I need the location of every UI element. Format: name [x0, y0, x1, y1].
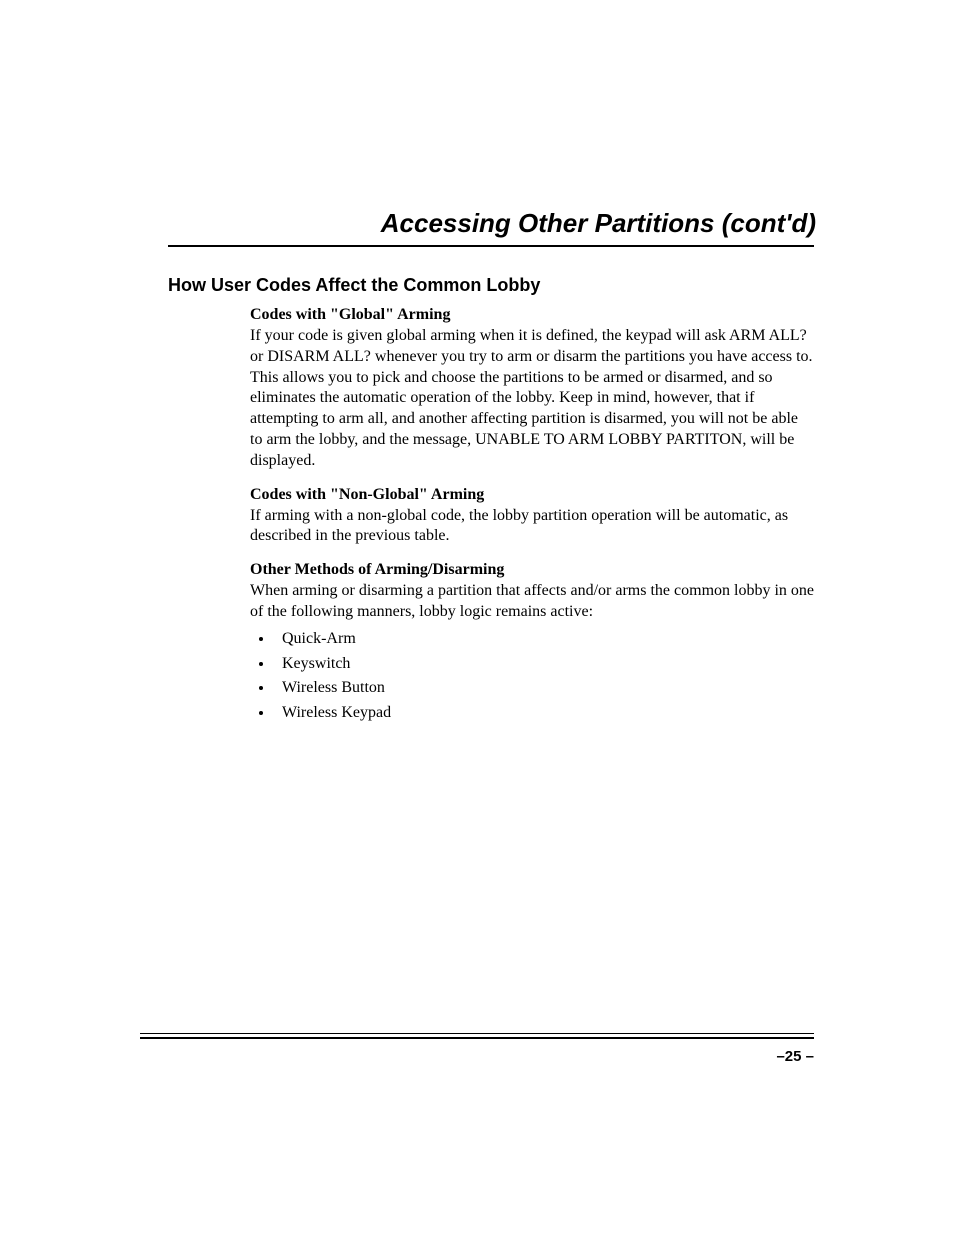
methods-list: Quick-Arm Keyswitch Wireless Button Wire… [250, 627, 814, 726]
para-nonglobal-arming: If arming with a non-global code, the lo… [250, 506, 814, 548]
section-heading: How User Codes Affect the Common Lobby [168, 275, 814, 296]
list-item: Keyswitch [274, 652, 814, 677]
list-item: Wireless Keypad [274, 701, 814, 726]
page-number: –25 – [776, 1048, 814, 1065]
para-global-arming: If your code is given global arming when… [250, 326, 814, 472]
page-title: Accessing Other Partitions (cont'd) [168, 208, 816, 239]
para-other-methods: When arming or disarming a partition tha… [250, 581, 814, 623]
document-page: Accessing Other Partitions (cont'd) How … [0, 0, 954, 1235]
subhead-nonglobal-arming: Codes with "Non-Global" Arming [250, 486, 814, 504]
list-item: Wireless Button [274, 676, 814, 701]
title-rule [168, 245, 814, 247]
subhead-other-methods: Other Methods of Arming/Disarming [250, 561, 814, 579]
subhead-global-arming: Codes with "Global" Arming [250, 306, 814, 324]
footer-rule [140, 1033, 814, 1039]
body-column: Codes with "Global" Arming If your code … [250, 306, 814, 726]
list-item: Quick-Arm [274, 627, 814, 652]
